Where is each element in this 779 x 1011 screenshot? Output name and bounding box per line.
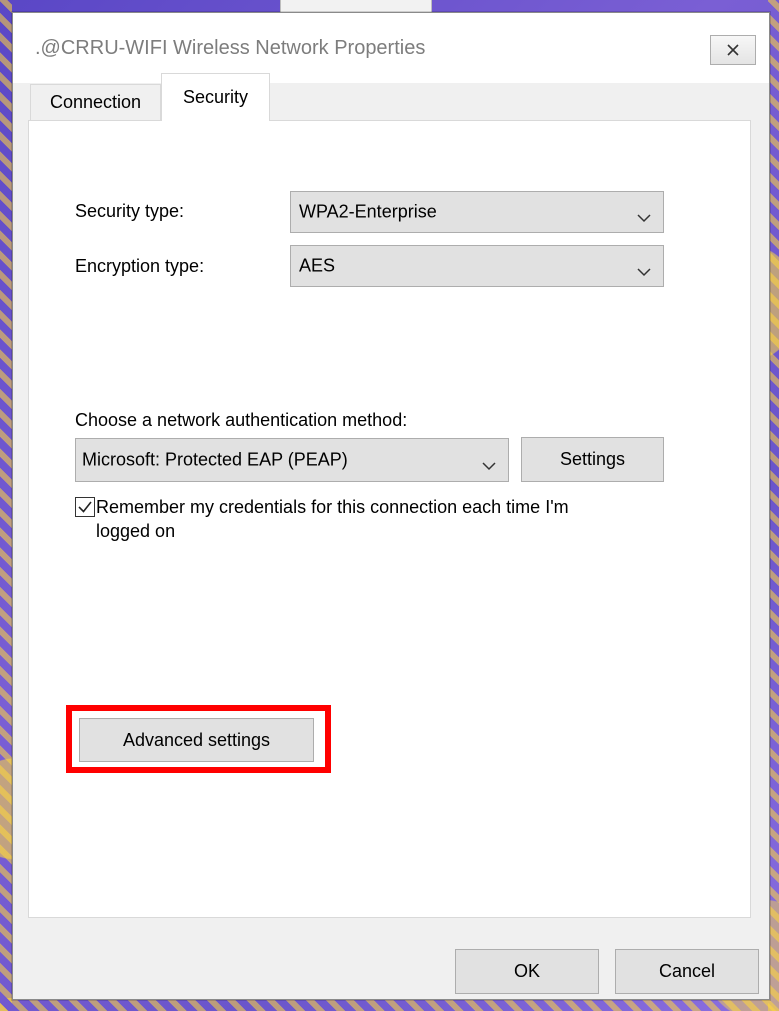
remember-credentials-label[interactable]: Remember my credentials for this connect… — [96, 495, 616, 543]
title-bar[interactable]: .@CRRU-WIFI Wireless Network Properties — [13, 13, 769, 83]
encryption-type-label: Encryption type: — [75, 256, 205, 276]
chevron-down-icon — [482, 455, 496, 471]
chevron-down-icon — [637, 261, 651, 277]
remember-credentials-checkbox[interactable] — [75, 497, 95, 517]
tab-connection-label: Connection — [49, 92, 142, 112]
auth-method-label: Choose a network authentication method: — [75, 410, 408, 430]
ok-button[interactable]: OK — [455, 949, 599, 994]
window-title: .@CRRU-WIFI Wireless Network Properties — [35, 37, 426, 59]
background-decoration — [0, 0, 12, 1011]
auth-settings-button[interactable]: Settings — [521, 437, 664, 482]
auth-method-value: Microsoft: Protected EAP (PEAP) — [82, 449, 348, 470]
highlight-box — [66, 705, 331, 773]
chevron-down-icon — [637, 207, 651, 223]
cancel-button[interactable]: Cancel — [615, 949, 759, 994]
checkmark-icon — [76, 498, 94, 516]
tab-security-label: Security — [182, 87, 249, 107]
close-button[interactable] — [710, 35, 756, 65]
ok-button-label: OK — [513, 961, 540, 981]
tab-connection[interactable]: Connection — [30, 84, 161, 120]
tab-security[interactable]: Security — [161, 73, 270, 121]
close-icon — [726, 43, 740, 57]
auth-method-select[interactable]: Microsoft: Protected EAP (PEAP) — [75, 438, 509, 482]
security-type-select[interactable]: WPA2-Enterprise — [290, 191, 664, 233]
encryption-type-select[interactable]: AES — [290, 245, 664, 287]
security-type-value: WPA2-Enterprise — [299, 201, 437, 222]
auth-settings-button-label: Settings — [559, 449, 626, 469]
cancel-button-label: Cancel — [658, 961, 716, 981]
security-type-label: Security type: — [75, 201, 185, 221]
encryption-type-value: AES — [299, 255, 336, 276]
